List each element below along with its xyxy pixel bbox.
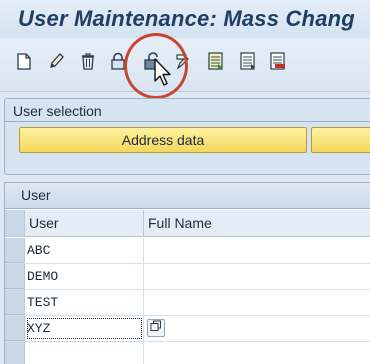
row-selector[interactable] <box>5 264 25 289</box>
column-header-user[interactable]: User <box>25 210 144 236</box>
list-detail-button[interactable] <box>236 48 260 74</box>
table-row: DEMO <box>5 264 370 290</box>
row-selector[interactable] <box>5 290 25 315</box>
column-header-full-name[interactable]: Full Name <box>144 210 370 236</box>
unlock-button[interactable] <box>140 48 164 74</box>
user-selection-group: User selection Address data <box>4 98 370 175</box>
list-detail-icon <box>239 52 257 70</box>
toolbar <box>0 38 370 92</box>
edit-variant-button[interactable] <box>172 48 196 74</box>
change-button[interactable] <box>44 48 68 74</box>
value-help-icon <box>150 319 162 337</box>
trash-icon <box>80 52 96 70</box>
edit-variant-icon <box>175 52 193 70</box>
select-all-cell[interactable] <box>5 210 25 236</box>
full-name-cell[interactable] <box>144 316 370 341</box>
title-bar: User Maintenance: Mass Chang <box>0 0 370 38</box>
value-help-button[interactable] <box>147 319 165 337</box>
row-selector[interactable] <box>5 342 25 364</box>
full-name-cell[interactable] <box>144 342 370 364</box>
user-cell[interactable]: ABC <box>25 238 144 263</box>
column-header-row: User Full Name <box>5 210 370 237</box>
row-selector[interactable] <box>5 316 25 341</box>
row-selector[interactable] <box>5 238 25 263</box>
full-name-cell[interactable] <box>144 238 370 263</box>
full-name-cell[interactable] <box>144 264 370 289</box>
new-document-icon <box>17 52 31 70</box>
next-selection-tab[interactable] <box>311 127 370 153</box>
user-selection-title: User selection <box>13 103 102 119</box>
full-name-cell[interactable] <box>144 290 370 315</box>
user-cell[interactable] <box>25 342 144 364</box>
list-remove-icon <box>269 52 287 70</box>
user-cell[interactable]: DEMO <box>25 264 144 289</box>
user-cell-active[interactable]: XYZ <box>25 316 144 341</box>
window-title: User Maintenance: Mass Chang <box>18 6 355 31</box>
list-remove-button[interactable] <box>266 48 290 74</box>
lock-icon <box>109 52 127 70</box>
table-row <box>5 342 370 364</box>
user-cell[interactable]: TEST <box>25 290 144 315</box>
new-document-button[interactable] <box>12 48 36 74</box>
list-button[interactable] <box>204 48 228 74</box>
group-divider <box>5 121 370 122</box>
lock-button[interactable] <box>106 48 130 74</box>
table-row: ABC <box>5 238 370 264</box>
address-data-tab[interactable]: Address data <box>19 127 307 153</box>
table-row: XYZ <box>5 316 370 342</box>
list-icon <box>207 52 225 70</box>
delete-button[interactable] <box>76 48 100 74</box>
user-table-header: User <box>5 183 370 209</box>
user-table-title: User <box>21 187 51 203</box>
pencil-icon <box>48 52 64 70</box>
user-table-group: User User Full Name ABC DEMO TEST XYZ <box>4 182 370 364</box>
table-row: TEST <box>5 290 370 316</box>
unlock-icon <box>142 51 162 71</box>
